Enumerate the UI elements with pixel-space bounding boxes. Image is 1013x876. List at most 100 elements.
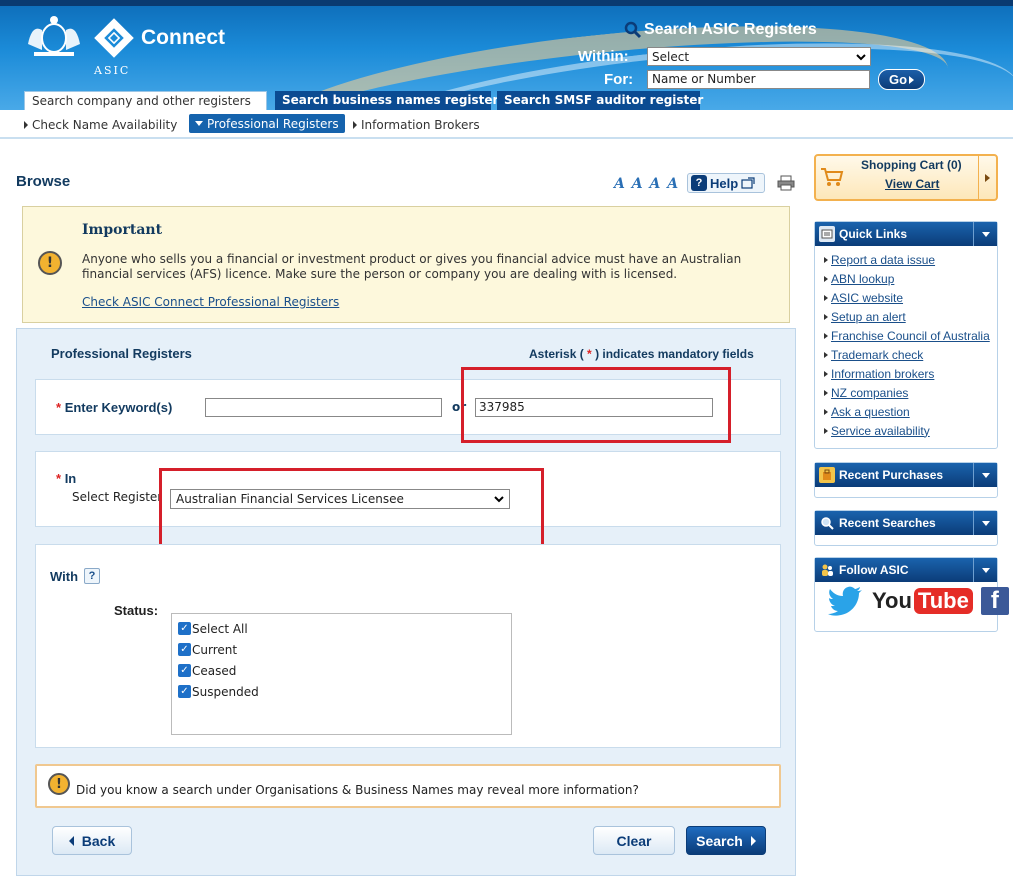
checkbox-checked-icon[interactable]: ✓ bbox=[178, 685, 191, 698]
arrow-right-icon bbox=[824, 256, 828, 263]
tab-business-names[interactable]: Search business names register bbox=[275, 91, 498, 110]
arrow-left-icon bbox=[68, 835, 74, 846]
within-select[interactable]: Select bbox=[647, 47, 871, 66]
status-option-select-all[interactable]: ✓ Select All bbox=[178, 618, 505, 639]
quick-link-nz-companies[interactable]: NZ companies bbox=[824, 383, 997, 402]
follow-asic-header[interactable]: Follow ASIC bbox=[815, 558, 997, 582]
site-header: ASIC Connect Search ASIC Registers Withi… bbox=[0, 0, 1013, 110]
go-button[interactable]: Go bbox=[878, 69, 925, 90]
status-option-current[interactable]: ✓ Current bbox=[178, 639, 505, 660]
twitter-icon[interactable] bbox=[828, 586, 864, 616]
search-button-label: Search bbox=[696, 832, 743, 849]
arrow-right-icon bbox=[824, 389, 828, 396]
help-button-label: Help bbox=[710, 175, 739, 191]
quick-link-abn-lookup[interactable]: ABN lookup bbox=[824, 269, 997, 288]
tab-smsf-auditor[interactable]: Search SMSF auditor register bbox=[497, 91, 703, 110]
checkbox-checked-icon[interactable]: ✓ bbox=[178, 664, 191, 677]
help-icon[interactable]: ? bbox=[84, 568, 101, 584]
recent-searches-panel: Recent Searches bbox=[814, 510, 998, 546]
font-size-control[interactable]: A A A A bbox=[614, 176, 679, 192]
quick-link-service-availability[interactable]: Service availability bbox=[824, 421, 997, 440]
back-button[interactable]: Back bbox=[52, 826, 132, 855]
recent-purchases-panel: Recent Purchases bbox=[814, 462, 998, 498]
quick-link-trademark-check[interactable]: Trademark check bbox=[824, 345, 997, 364]
for-input[interactable]: Name or Number bbox=[647, 70, 870, 89]
youtube-icon[interactable]: You Tube bbox=[872, 588, 973, 614]
search-button[interactable]: Search bbox=[686, 826, 766, 855]
cart-title: Shopping Cart (0) bbox=[861, 158, 962, 172]
arrow-down-icon bbox=[195, 121, 203, 126]
print-icon[interactable] bbox=[777, 175, 795, 191]
quick-link-information-brokers[interactable]: Information brokers bbox=[824, 364, 997, 383]
quick-link-ask-question[interactable]: Ask a question bbox=[824, 402, 997, 421]
recent-searches-header[interactable]: Recent Searches bbox=[815, 511, 997, 535]
status-option-suspended[interactable]: ✓ Suspended bbox=[178, 681, 505, 702]
quick-link-asic-website[interactable]: ASIC website bbox=[824, 288, 997, 307]
in-label-text: In bbox=[64, 471, 77, 486]
help-button[interactable]: ? Help bbox=[687, 173, 765, 193]
subnav-check-name-label: Check Name Availability bbox=[32, 118, 178, 132]
within-select-value: Select bbox=[652, 49, 690, 64]
collapse-button[interactable] bbox=[973, 558, 997, 582]
expand-button[interactable] bbox=[973, 511, 997, 535]
quick-link-franchise-council[interactable]: Franchise Council of Australia bbox=[824, 326, 997, 345]
recent-purchases-header[interactable]: Recent Purchases bbox=[815, 463, 997, 487]
go-button-label: Go bbox=[888, 72, 908, 87]
arrow-right-icon bbox=[824, 332, 828, 339]
arrow-right-icon bbox=[985, 173, 990, 182]
arrow-right-icon bbox=[353, 121, 357, 129]
expand-button[interactable] bbox=[973, 463, 997, 487]
status-option-label: Ceased bbox=[192, 663, 237, 678]
warning-icon: ! bbox=[48, 773, 70, 795]
arrow-right-icon bbox=[824, 294, 828, 301]
quick-link-label: Service availability bbox=[831, 423, 930, 438]
required-star: * bbox=[56, 471, 62, 486]
quick-link-report-data-issue[interactable]: Report a data issue bbox=[824, 250, 997, 269]
search-registers-title: Search ASIC Registers bbox=[624, 21, 817, 39]
arrow-right-icon bbox=[824, 275, 828, 282]
collapse-button[interactable] bbox=[973, 222, 997, 246]
keyword-label-text: Enter Keyword(s) bbox=[64, 400, 173, 415]
arrow-right-icon bbox=[824, 351, 828, 358]
subnav-check-name[interactable]: Check Name Availability bbox=[24, 118, 177, 132]
quick-links-list: Report a data issue ABN lookup ASIC webs… bbox=[815, 246, 997, 440]
youtube-tube-text: Tube bbox=[913, 588, 973, 614]
magnifier-icon bbox=[819, 515, 835, 531]
arrow-down-icon bbox=[981, 231, 990, 237]
people-icon bbox=[819, 562, 835, 578]
help-icon: ? bbox=[691, 175, 707, 191]
arrow-right-icon bbox=[824, 427, 828, 434]
status-option-ceased[interactable]: ✓ Ceased bbox=[178, 660, 505, 681]
important-text: Anyone who sells you a financial or inve… bbox=[82, 252, 742, 281]
mandatory-note-prefix: Asterisk ( bbox=[529, 347, 584, 361]
quick-link-label: ABN lookup bbox=[831, 271, 895, 286]
checkbox-checked-icon[interactable]: ✓ bbox=[178, 643, 191, 656]
checkbox-checked-icon[interactable]: ✓ bbox=[178, 622, 191, 635]
cart-expand-button[interactable] bbox=[978, 156, 996, 199]
arrow-down-icon bbox=[981, 567, 990, 573]
subnav-information-brokers-label: Information Brokers bbox=[361, 118, 480, 132]
select-register-label: Select Register bbox=[72, 490, 162, 504]
status-label: Status: bbox=[114, 603, 159, 618]
view-cart-link[interactable]: View Cart bbox=[885, 177, 939, 191]
quick-link-label: ASIC website bbox=[831, 290, 904, 305]
connect-brand: Connect bbox=[141, 26, 225, 49]
check-professional-registers-link[interactable]: Check ASIC Connect Professional Register… bbox=[82, 295, 339, 309]
within-label: Within: bbox=[578, 48, 629, 65]
arrow-down-icon bbox=[981, 520, 990, 526]
subnav-information-brokers[interactable]: Information Brokers bbox=[353, 118, 480, 132]
mandatory-note-suffix: ) indicates mandatory fields bbox=[595, 347, 754, 361]
tab-company-registers[interactable]: Search company and other registers bbox=[24, 91, 267, 110]
quick-link-setup-alert[interactable]: Setup an alert bbox=[824, 307, 997, 326]
subnav-professional-registers[interactable]: Professional Registers bbox=[189, 114, 345, 133]
facebook-icon[interactable]: f bbox=[980, 587, 1009, 615]
keyword-input[interactable] bbox=[205, 398, 442, 417]
keyword-label: * Enter Keyword(s) bbox=[56, 400, 172, 415]
follow-asic-title: Follow ASIC bbox=[839, 563, 909, 577]
quick-link-label: Trademark check bbox=[831, 347, 924, 362]
highlight-box-number bbox=[461, 367, 731, 443]
clear-button[interactable]: Clear bbox=[593, 826, 675, 855]
for-label: For: bbox=[604, 71, 634, 88]
quick-links-title: Quick Links bbox=[839, 227, 908, 241]
quick-links-header[interactable]: Quick Links bbox=[815, 222, 997, 246]
